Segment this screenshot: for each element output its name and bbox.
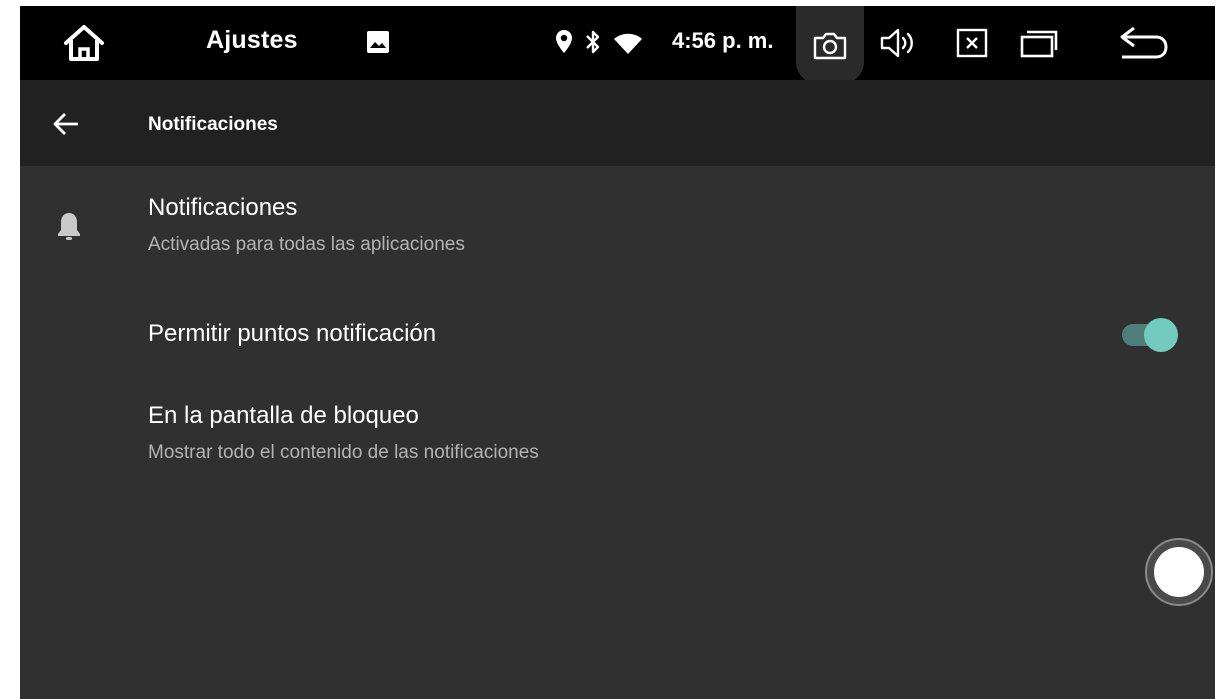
notification-dots-toggle[interactable]: [1122, 316, 1182, 356]
home-icon: [64, 25, 104, 61]
app-title: Ajustes: [206, 26, 298, 54]
recent-apps-icon: [1020, 30, 1058, 58]
setting-notifications-summary: Activadas para todas las aplicaciones: [148, 234, 465, 255]
location-icon: [554, 28, 574, 56]
app-bar: Notificaciones: [20, 80, 1215, 166]
back-button[interactable]: [1116, 22, 1172, 64]
bluetooth-icon: [584, 28, 602, 56]
camera-icon: [813, 32, 847, 60]
arrow-left-icon: [53, 113, 78, 135]
screenshot-button[interactable]: [796, 6, 864, 84]
home-button[interactable]: [58, 20, 110, 66]
close-icon: [956, 28, 988, 58]
status-bar: Ajustes 4:56 p. m.: [20, 6, 1215, 84]
setting-lockscreen[interactable]: En la pantalla de bloqueo Mostrar todo e…: [20, 386, 1215, 496]
up-navigation-button[interactable]: [50, 108, 82, 140]
floating-button-dot: [1154, 547, 1204, 597]
floating-assistive-button[interactable]: [1145, 538, 1213, 606]
recent-apps-button[interactable]: [1016, 24, 1062, 62]
setting-lockscreen-summary: Mostrar todo el contenido de las notific…: [148, 442, 539, 463]
volume-icon: [880, 28, 913, 58]
setting-lockscreen-title: En la pantalla de bloqueo: [148, 402, 419, 429]
clock: 4:56 p. m.: [672, 28, 774, 53]
setting-notification-dots[interactable]: Permitir puntos notificación: [20, 282, 1215, 378]
toggle-thumb: [1144, 318, 1178, 352]
volume-button[interactable]: [876, 24, 920, 62]
page-title: Notificaciones: [148, 114, 278, 135]
setting-notifications-title: Notificaciones: [148, 194, 298, 221]
setting-notifications[interactable]: Notificaciones Activadas para todas las …: [20, 166, 1215, 276]
wifi-icon: [612, 32, 644, 56]
screen: Ajustes 4:56 p. m. Notificaciones Notifi…: [20, 6, 1215, 699]
gallery-icon: [364, 28, 392, 56]
back-icon: [1120, 26, 1168, 59]
close-app-button[interactable]: [952, 24, 992, 62]
setting-notification-dots-title: Permitir puntos notificación: [148, 320, 437, 347]
